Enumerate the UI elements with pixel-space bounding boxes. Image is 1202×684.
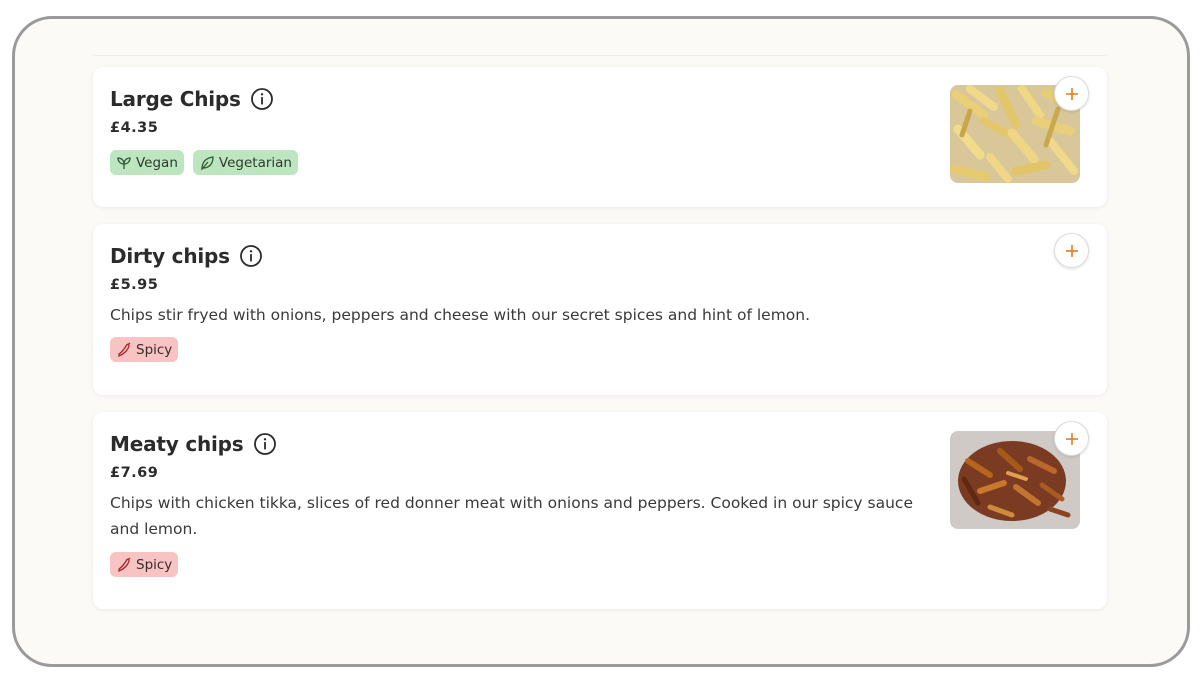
- add-to-basket-button[interactable]: [1054, 421, 1089, 456]
- info-icon[interactable]: [253, 432, 277, 456]
- plus-icon: [1065, 432, 1078, 445]
- chili-icon: [116, 556, 132, 573]
- add-to-basket-button[interactable]: [1054, 233, 1089, 268]
- tag-vegetarian: Vegetarian: [192, 150, 298, 175]
- tag-label: Spicy: [136, 556, 173, 573]
- item-description: Chips with chicken tikka, slices of red …: [110, 494, 913, 538]
- info-icon[interactable]: [239, 244, 263, 268]
- tag-spicy: Spicy: [110, 552, 179, 577]
- menu-item-card[interactable]: Large Chips £4.35 Vegan Vegetarian: [93, 67, 1107, 207]
- vegan-leaf-icon: [116, 155, 132, 171]
- add-to-basket-button[interactable]: [1054, 76, 1089, 111]
- menu-item-card[interactable]: Meaty chips £7.69 Chips with chicken tik…: [93, 412, 1107, 609]
- item-title-row: Meaty chips: [110, 432, 277, 456]
- app-frame: Large Chips £4.35 Vegan Vegetarian Dirty…: [12, 16, 1190, 667]
- item-title-row: Large Chips: [110, 87, 274, 111]
- plus-icon: [1065, 87, 1078, 100]
- menu-item-card[interactable]: Dirty chips £5.95 Chips stir fryed with …: [93, 224, 1107, 395]
- tag-vegan: Vegan: [110, 150, 184, 175]
- item-name: Dirty chips: [110, 244, 230, 268]
- tag-spicy: Spicy: [110, 337, 179, 362]
- item-title-row: Dirty chips: [110, 244, 263, 268]
- chili-icon: [116, 341, 132, 358]
- leaf-icon: [199, 155, 215, 171]
- tag-label: Spicy: [136, 341, 173, 358]
- plus-icon: [1065, 244, 1078, 257]
- item-name: Large Chips: [110, 87, 241, 111]
- item-price: £5.95: [110, 277, 159, 293]
- dietary-tags: Spicy: [110, 337, 179, 362]
- info-icon[interactable]: [250, 87, 274, 111]
- item-name: Meaty chips: [110, 432, 244, 456]
- tag-label: Vegetarian: [218, 154, 292, 171]
- item-description: Chips stir fryed with onions, peppers an…: [110, 306, 811, 324]
- tag-label: Vegan: [136, 154, 178, 171]
- item-price: £7.69: [110, 465, 159, 481]
- dietary-tags: Vegan Vegetarian: [110, 150, 298, 175]
- item-price: £4.35: [110, 120, 159, 136]
- dietary-tags: Spicy: [110, 552, 179, 577]
